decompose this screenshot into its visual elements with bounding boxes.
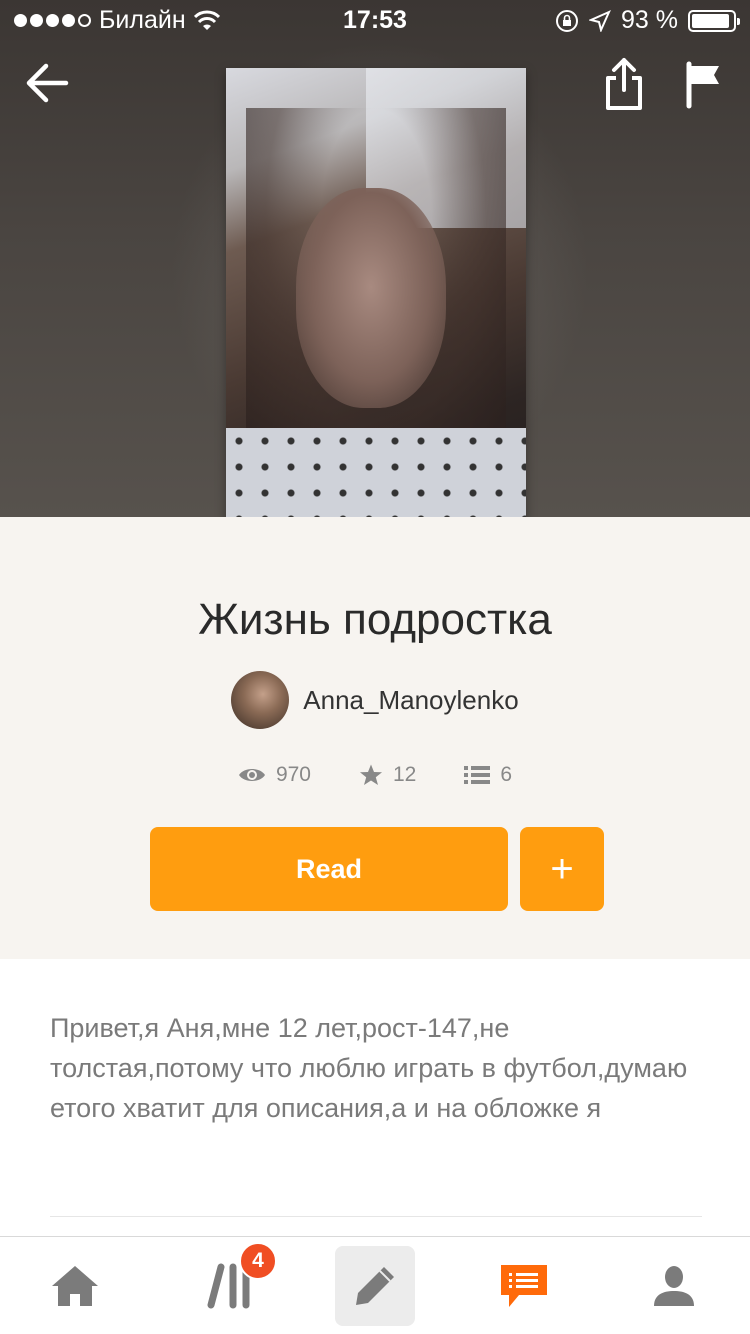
battery-percent: 93 % [621, 6, 678, 34]
user-icon [654, 1266, 694, 1306]
back-arrow-icon[interactable] [22, 58, 72, 108]
home-icon [52, 1266, 98, 1306]
story-title: Жизнь подростка [198, 595, 552, 644]
story-info-panel: Жизнь подростка Anna_Manoylenko 970 12 6… [0, 517, 750, 959]
list-icon [464, 766, 491, 784]
tab-messages[interactable] [484, 1237, 564, 1334]
report-flag-icon[interactable] [684, 60, 724, 110]
views-stat: 970 [238, 763, 311, 787]
author-avatar[interactable] [231, 671, 290, 729]
parts-stat: 6 [464, 763, 512, 787]
votes-stat: 12 [359, 763, 416, 787]
cover-face [296, 188, 446, 408]
chat-icon [501, 1265, 547, 1307]
status-right: 93 % [555, 6, 740, 35]
share-icon[interactable] [602, 56, 646, 112]
location-icon [589, 9, 611, 32]
add-to-library-button[interactable]: + [520, 827, 604, 911]
votes-count: 12 [393, 763, 417, 786]
tab-write[interactable] [335, 1237, 415, 1334]
description-divider [50, 1216, 702, 1217]
parts-count: 6 [500, 763, 513, 786]
eye-icon [238, 769, 265, 781]
story-cover-image[interactable] [226, 68, 526, 537]
story-stats: 970 12 6 [0, 763, 750, 787]
read-button[interactable]: Read [150, 827, 508, 911]
tab-home[interactable] [35, 1237, 115, 1334]
views-count: 970 [275, 763, 311, 786]
orientation-lock-icon [556, 9, 579, 32]
author-name[interactable]: Anna_Manoylenko [303, 685, 518, 716]
pencil-icon [356, 1267, 394, 1305]
battery-icon [688, 9, 740, 32]
library-notification-badge: 4 [239, 1242, 277, 1280]
bottom-tab-bar [0, 1236, 750, 1334]
story-description: Привет,я Аня,мне 12 лет,рост-147,не толс… [50, 1013, 688, 1123]
status-bar: Билайн 17:53 93 % [0, 0, 750, 40]
author-row[interactable]: Anna_Manoylenko [0, 671, 750, 729]
star-icon [360, 764, 382, 785]
tab-profile[interactable] [634, 1237, 714, 1334]
